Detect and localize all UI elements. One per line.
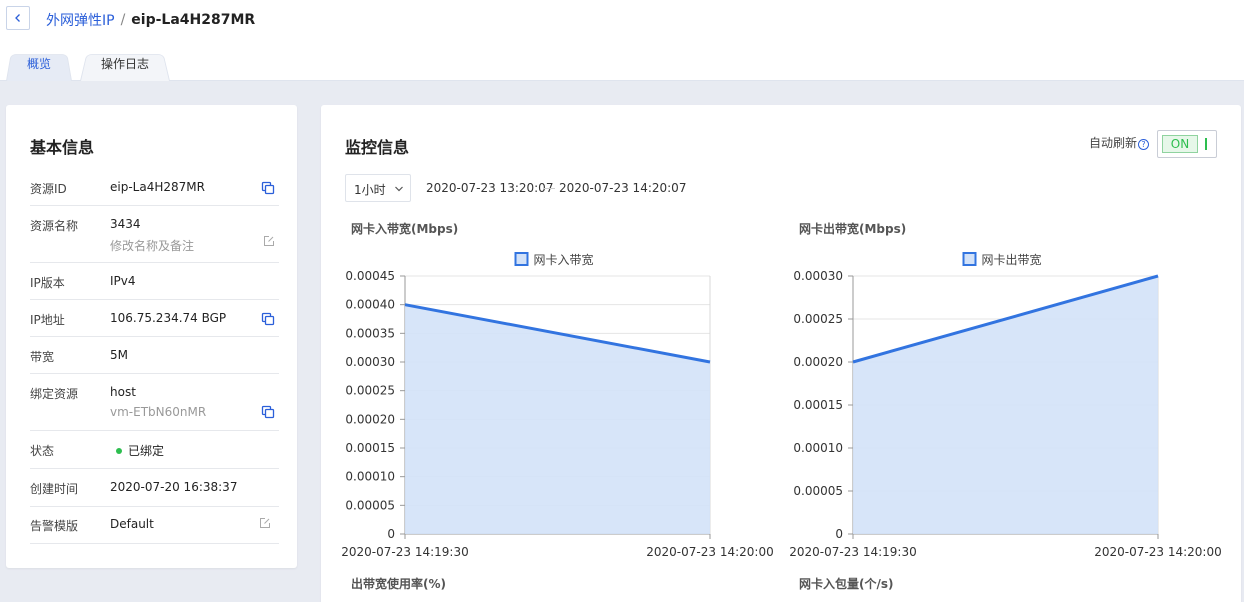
auto-refresh-label: 自动刷新?: [1089, 134, 1150, 151]
y-tick-label: 0.00030: [793, 269, 843, 283]
outbound-bandwidth-chart: 网卡出带宽 0.00030 0.00025 0.00020 0.00015 0.00010…: [789, 252, 1222, 559]
copy-icon[interactable]: [261, 312, 275, 326]
info-label: 带宽: [30, 350, 55, 364]
chart-title: 网卡出带宽(Mbps): [799, 222, 907, 236]
x-tick-label: 2020-07-23 14:20:00: [1094, 545, 1221, 559]
info-label: IP版本: [30, 276, 65, 290]
y-tick-label: 0.00020: [793, 355, 843, 369]
auto-refresh-toggle[interactable]: ON: [1157, 130, 1217, 158]
back-button[interactable]: [6, 6, 30, 30]
y-tick-label: 0.00045: [345, 269, 395, 283]
info-value: 5M: [110, 348, 128, 362]
help-icon[interactable]: ?: [1138, 139, 1150, 150]
chevron-down-icon: [395, 186, 403, 192]
copy-icon[interactable]: [261, 181, 275, 195]
tab-bar: 操作日志 概览: [0, 49, 1244, 81]
info-row-ip-address: IP地址 106.75.234.74 BGP: [30, 311, 279, 337]
y-tick-label: 0.00020: [345, 412, 395, 426]
time-range-select[interactable]: 1小时: [345, 174, 411, 202]
info-value: IPv4: [110, 274, 136, 288]
toggle-on-label: ON: [1162, 135, 1198, 153]
copy-icon[interactable]: [261, 405, 275, 419]
info-row-created-time: 创建时间 2020-07-20 16:38:37: [30, 480, 279, 507]
breadcrumb-separator: /: [120, 12, 126, 28]
y-tick-label: 0.00010: [793, 441, 843, 455]
tab-operation-log[interactable]: 操作日志: [80, 49, 170, 81]
y-tick-label: 0.00010: [345, 470, 395, 484]
info-row-resource-id: 资源ID eip-La4H287MR: [30, 180, 279, 206]
area-fill: [405, 304, 710, 534]
info-value: 2020-07-20 16:38:37: [110, 480, 238, 494]
y-tick-label: 0: [835, 527, 843, 541]
status-dot-icon: [116, 447, 122, 454]
inbound-bandwidth-chart: 网卡入带宽 0.00045 0.00040 0.00035 0.00030 0.00025…: [341, 252, 774, 559]
edit-name-hint: 修改名称及备注: [110, 239, 195, 253]
y-tick-label: 0.00015: [345, 441, 395, 455]
info-value: eip-La4H287MR: [110, 180, 205, 194]
x-tick-label: 2020-07-23 14:19:30: [341, 545, 468, 559]
tab-label: 操作日志: [100, 57, 149, 71]
info-row-ip-version: IP版本 IPv4: [30, 274, 279, 300]
x-tick-label: 2020-07-23 14:19:30: [789, 545, 916, 559]
range-start-time: 2020-07-23 13:20:07: [426, 181, 554, 195]
tab-label: 概览: [26, 57, 51, 71]
status-badge: 已绑定: [116, 442, 164, 459]
info-row-status: 状态 已绑定: [30, 442, 279, 469]
info-label: 状态: [30, 444, 55, 458]
info-label: 资源名称: [30, 219, 79, 233]
info-row-bound-resource: 绑定资源 host vm-ETbN60nMR: [30, 385, 279, 431]
time-range-value: 1小时: [354, 183, 386, 197]
info-value: 106.75.234.74 BGP: [110, 311, 227, 325]
info-row-alarm-template: 告警模版 Default: [30, 517, 279, 544]
info-value: Default: [110, 517, 154, 531]
edit-icon[interactable]: [263, 235, 275, 247]
legend-swatch[interactable]: [962, 252, 977, 266]
info-label: IP地址: [30, 313, 65, 327]
info-row-resource-name: 资源名称 3434 修改名称及备注: [30, 217, 279, 263]
y-tick-label: 0.00035: [345, 326, 395, 340]
legend-label: 网卡出带宽: [982, 252, 1042, 267]
chart-title-bandwidth-usage: 出带宽使用率(%): [351, 577, 446, 591]
chart-title: 网卡入带宽(Mbps): [351, 222, 459, 236]
toggle-handle: [1205, 138, 1207, 150]
info-label: 资源ID: [30, 182, 67, 196]
info-label: 绑定资源: [30, 387, 79, 401]
y-tick-label: 0.00025: [793, 312, 843, 326]
status-text: 已绑定: [128, 444, 165, 458]
monitor-title: 监控信息: [345, 138, 410, 157]
legend-swatch[interactable]: [514, 252, 529, 266]
monitor-card: 监控信息 自动刷新? ON 1小时 2020-07-23 13:20:07 20…: [321, 105, 1241, 602]
y-tick-label: 0.00015: [793, 398, 843, 412]
tab-overview[interactable]: 概览: [6, 49, 72, 81]
basic-info-card: 基本信息 资源ID eip-La4H287MR 资源名称 3434 修改名称及备…: [6, 105, 297, 568]
info-label: 创建时间: [30, 482, 79, 496]
y-tick-label: 0: [387, 527, 395, 541]
breadcrumb-parent-link[interactable]: 外网弹性IP: [46, 10, 115, 30]
range-end-time: 2020-07-23 14:20:07: [559, 181, 687, 195]
edit-icon[interactable]: [259, 517, 271, 529]
area-fill: [853, 276, 1158, 534]
y-tick-label: 0.00040: [345, 298, 395, 312]
bound-vm-id: vm-ETbN60nMR: [110, 405, 207, 419]
y-tick-label: 0.00030: [345, 355, 395, 369]
chart-title-inbound-packets: 网卡入包量(个/s): [799, 577, 894, 591]
y-tick-label: 0.00005: [345, 498, 395, 512]
breadcrumb: 外网弹性IP / eip-La4H287MR: [46, 10, 255, 30]
y-tick-label: 0.00005: [793, 484, 843, 498]
chevron-left-icon: [15, 14, 20, 22]
page-title: eip-La4H287MR: [131, 12, 256, 28]
range-separator: [543, 188, 555, 189]
info-value: host: [110, 385, 136, 399]
legend-label: 网卡入带宽: [534, 252, 594, 267]
x-tick-label: 2020-07-23 14:20:00: [646, 545, 773, 559]
y-tick-label: 0.00025: [345, 384, 395, 398]
info-row-bandwidth: 带宽 5M: [30, 348, 279, 374]
basic-info-title: 基本信息: [30, 138, 95, 157]
info-value: 3434: [110, 217, 141, 231]
info-label: 告警模版: [30, 519, 79, 533]
